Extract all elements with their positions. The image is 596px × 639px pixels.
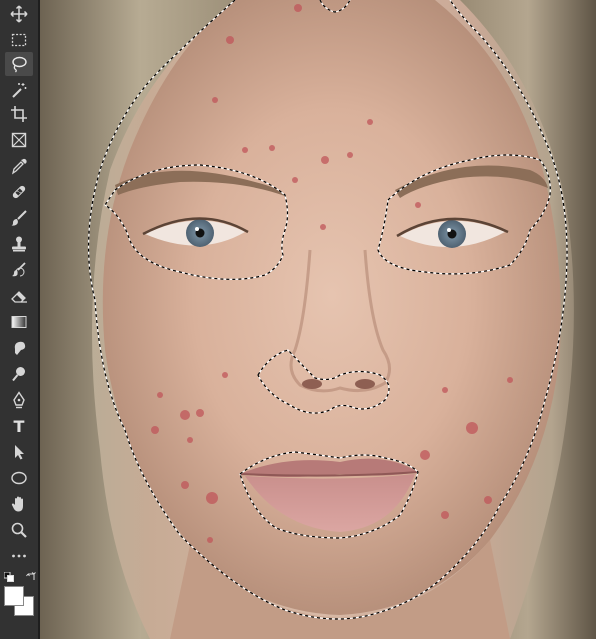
default-colors-icon[interactable] — [4, 572, 14, 582]
pen-icon — [13, 391, 25, 409]
color-swatches — [4, 572, 36, 632]
path-selection-tool[interactable] — [5, 440, 33, 464]
hand-icon — [11, 496, 23, 512]
magic-wand-icon — [12, 83, 27, 98]
crop-tool[interactable] — [5, 102, 33, 126]
type-icon: T — [13, 416, 25, 436]
brush-tool[interactable] — [5, 206, 33, 230]
type-tool[interactable]: T — [5, 414, 33, 438]
magic-wand-tool[interactable] — [5, 78, 33, 102]
frame-tool[interactable] — [5, 128, 33, 152]
rectangular-marquee-tool[interactable] — [5, 28, 33, 52]
document-canvas[interactable] — [40, 0, 596, 639]
left-nostril — [302, 379, 322, 389]
gradient-tool[interactable] — [5, 310, 33, 334]
portrait-photo — [40, 0, 596, 639]
zoom-tool[interactable] — [5, 518, 33, 542]
dodge-tool[interactable] — [5, 362, 33, 386]
lasso-icon — [12, 56, 27, 73]
hand-tool[interactable] — [5, 492, 33, 516]
swap-colors-icon[interactable] — [26, 572, 36, 582]
eraser-tool[interactable] — [5, 284, 33, 308]
right-eye-highlight — [447, 228, 451, 232]
smudge-tool[interactable] — [5, 336, 33, 360]
history-brush-icon — [12, 262, 26, 277]
dodge-icon — [12, 367, 25, 382]
marquee-icon — [11, 33, 27, 47]
frame-icon — [11, 132, 27, 148]
bandage-icon — [12, 185, 26, 199]
arrow-icon — [15, 445, 24, 460]
eraser-icon — [11, 291, 27, 303]
eyedropper-icon — [11, 158, 27, 175]
lasso-tool[interactable] — [5, 52, 33, 76]
move-icon — [10, 5, 28, 23]
brush-icon — [11, 210, 27, 226]
ellipse-tool[interactable] — [5, 466, 33, 490]
history-brush-tool[interactable] — [5, 258, 33, 282]
healing-brush-tool[interactable] — [5, 180, 33, 204]
stamp-icon — [12, 236, 26, 252]
gradient-icon — [11, 316, 27, 328]
eyedropper-tool[interactable] — [5, 154, 33, 178]
zoom-icon — [11, 522, 27, 538]
pen-tool[interactable] — [5, 388, 33, 412]
more-icon — [12, 554, 26, 558]
crop-icon — [11, 106, 27, 122]
clone-stamp-tool[interactable] — [5, 232, 33, 256]
right-nostril — [355, 379, 375, 389]
foreground-color-swatch[interactable] — [4, 586, 24, 606]
ellipse-icon — [11, 471, 27, 485]
move-tool[interactable] — [5, 2, 33, 26]
smudge-icon — [14, 341, 26, 355]
tools-panel: T — [0, 0, 40, 639]
edit-toolbar[interactable] — [5, 544, 33, 568]
left-eye-highlight — [195, 227, 199, 231]
